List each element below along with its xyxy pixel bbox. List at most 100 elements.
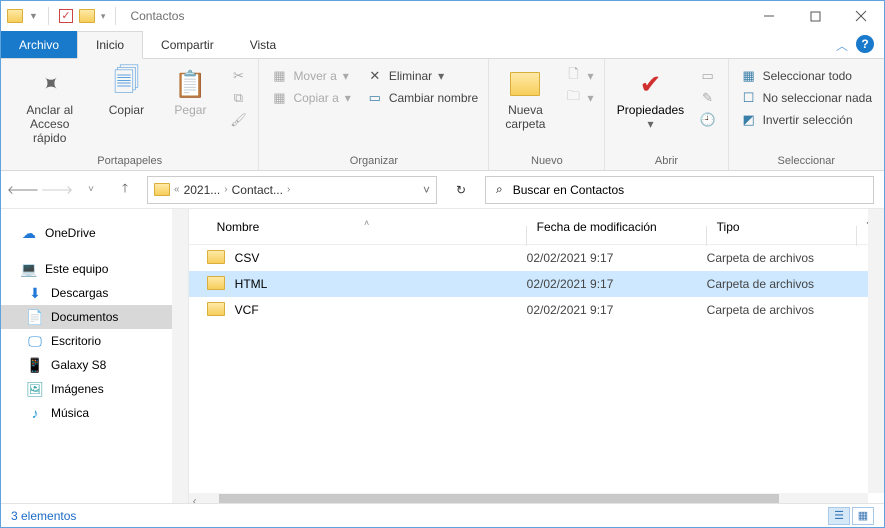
folder-icon (207, 302, 225, 316)
chevron-right-icon[interactable]: › (224, 184, 227, 195)
sort-asc-icon: ˄ (364, 218, 369, 228)
breadcrumb-item[interactable]: 2021... (184, 183, 221, 197)
file-name: HTML (235, 277, 527, 291)
tree-item[interactable]: 🖼Imágenes (1, 377, 188, 401)
ribbon: ✦ Anclar al Acceso rápido 🗐 Copiar 📋 Peg… (1, 59, 884, 171)
open-icon: ▭ (700, 68, 716, 84)
file-date: 02/02/2021 9:17 (527, 303, 707, 317)
group-label: Nuevo (495, 152, 598, 170)
chevron-down-icon[interactable]: ˅ (423, 183, 430, 197)
scrollbar-vertical[interactable] (172, 209, 188, 509)
chevron-icon[interactable]: « (174, 184, 180, 195)
copy-to-icon: ▦ (271, 90, 287, 106)
delete-button[interactable]: ✕Eliminar▾ (361, 65, 484, 87)
file-row[interactable]: CSV02/02/2021 9:17Carpeta de archivos (189, 245, 884, 271)
chevron-down-icon[interactable]: ▾ (101, 11, 106, 22)
tree-item[interactable]: ☁OneDrive (1, 221, 188, 245)
address-bar[interactable]: « 2021... › Contact... › ˅ (147, 176, 437, 204)
minimize-button[interactable] (746, 1, 792, 31)
select-none-button[interactable]: ☐No seleccionar nada (735, 87, 878, 109)
search-box[interactable]: ⌕ Buscar en Contactos (485, 176, 874, 204)
maximize-button[interactable] (792, 1, 838, 31)
history-icon: 🕘 (700, 112, 716, 128)
folder-icon[interactable] (79, 9, 95, 23)
col-name[interactable]: ˄Nombre (207, 220, 527, 234)
new-folder-icon (508, 67, 542, 101)
phone-icon: 📱 (27, 357, 43, 373)
back-button[interactable]: 🡐 (11, 178, 35, 202)
details-view-button[interactable]: ☰ (828, 507, 850, 525)
icons-view-button[interactable]: ▦ (852, 507, 874, 525)
col-date[interactable]: Fecha de modificación (527, 220, 707, 234)
file-date: 02/02/2021 9:17 (527, 277, 707, 291)
folder-icon (207, 250, 225, 264)
delete-icon: ✕ (367, 68, 383, 84)
tree-item[interactable]: ⬇Descargas (1, 281, 188, 305)
invert-icon: ◩ (741, 112, 757, 128)
tree-item[interactable]: ♪ Música (1, 401, 188, 425)
edit-button: ✎ (694, 87, 722, 109)
file-list: ˄Nombre Fecha de modificación Tipo T CSV… (189, 209, 884, 509)
easy-access-button[interactable]: 🗀▾ (559, 87, 599, 109)
history-button: 🕘 (694, 109, 722, 131)
help-icon[interactable]: ? (856, 35, 874, 53)
cloud-icon: ☁ (21, 225, 37, 241)
col-type[interactable]: Tipo (707, 220, 857, 234)
tab-file[interactable]: Archivo (1, 31, 77, 58)
quick-access-toolbar: ▼ ✓ ▾ (7, 7, 120, 25)
new-folder-button[interactable]: Nueva carpeta (495, 63, 555, 135)
pin-to-quick-access-button[interactable]: ✦ Anclar al Acceso rápido (7, 63, 92, 149)
tree-item-label: Escritorio (51, 334, 101, 348)
file-row[interactable]: VCF02/02/2021 9:17Carpeta de archivos (189, 297, 884, 323)
edit-icon: ✎ (700, 90, 716, 106)
select-all-button[interactable]: ▦Seleccionar todo (735, 65, 878, 87)
up-button[interactable]: 🡑 (113, 178, 137, 202)
group-label: Seleccionar (735, 152, 878, 170)
column-headers[interactable]: ˄Nombre Fecha de modificación Tipo T (189, 209, 884, 245)
rename-button[interactable]: ▭Cambiar nombre (361, 87, 484, 109)
easy-access-icon: 🗀 (565, 90, 581, 106)
address-row: 🡐 🡒 ˅ 🡑 « 2021... › Contact... › ˅ ↻ ⌕ B… (1, 171, 884, 209)
rename-icon: ▭ (367, 90, 383, 106)
tree-item-label: Galaxy S8 (51, 358, 106, 372)
tree-item[interactable]: 📄Documentos (1, 305, 188, 329)
tab-view[interactable]: Vista (232, 31, 294, 58)
properties-icon[interactable]: ✓ (59, 9, 73, 23)
file-date: 02/02/2021 9:17 (527, 251, 707, 265)
invert-selection-button[interactable]: ◩Invertir selección (735, 109, 878, 131)
status-bar: 3 elementos ☰ ▦ (1, 503, 884, 527)
scissors-icon: ✂ (230, 68, 246, 84)
tree-item[interactable]: 💻Este equipo (1, 257, 188, 281)
tree-item-label: Imágenes (51, 382, 104, 396)
doc-icon: 📄 (27, 309, 43, 325)
new-item-button[interactable]: 🗋▾ (559, 65, 599, 87)
collapse-ribbon-icon[interactable]: ︿ (836, 37, 848, 54)
ribbon-tabs: Archivo Inicio Compartir Vista ︿ ? (1, 31, 884, 59)
copy-path-button: ⧉ (224, 87, 252, 109)
tree-item[interactable]: 📱 Galaxy S8 (1, 353, 188, 377)
close-button[interactable] (838, 1, 884, 31)
properties-button[interactable]: ✔ Propiedades▾ (611, 63, 689, 135)
recent-button[interactable]: ˅ (79, 178, 103, 202)
file-row[interactable]: HTML02/02/2021 9:17Carpeta de archivos (189, 271, 884, 297)
scrollbar-vertical[interactable] (868, 209, 884, 493)
tab-home[interactable]: Inicio (77, 31, 143, 59)
forward-button: 🡒 (45, 178, 69, 202)
chevron-down-icon[interactable]: ▼ (29, 11, 38, 21)
tree-item-label: Música (51, 406, 89, 420)
navigation-tree[interactable]: ☁OneDrive 💻Este equipo⬇Descargas📄Document… (1, 209, 189, 509)
tree-item[interactable]: 🖵 Escritorio (1, 329, 188, 353)
mus-icon: ♪ (27, 405, 43, 421)
refresh-button[interactable]: ↻ (447, 176, 475, 204)
tab-share[interactable]: Compartir (143, 31, 232, 58)
cut-button: ✂ (224, 65, 252, 87)
chevron-right-icon[interactable]: › (287, 184, 290, 195)
paste-button: 📋 Pegar (160, 63, 220, 121)
breadcrumb-item[interactable]: Contact... (232, 183, 283, 197)
desk-icon: 🖵 (27, 333, 43, 349)
copy-icon: 🗐 (109, 67, 143, 101)
copy-button[interactable]: 🗐 Copiar (96, 63, 156, 121)
file-name: VCF (235, 303, 527, 317)
paste-shortcut-button: 🖌 (224, 109, 252, 131)
group-label: Abrir (611, 152, 721, 170)
